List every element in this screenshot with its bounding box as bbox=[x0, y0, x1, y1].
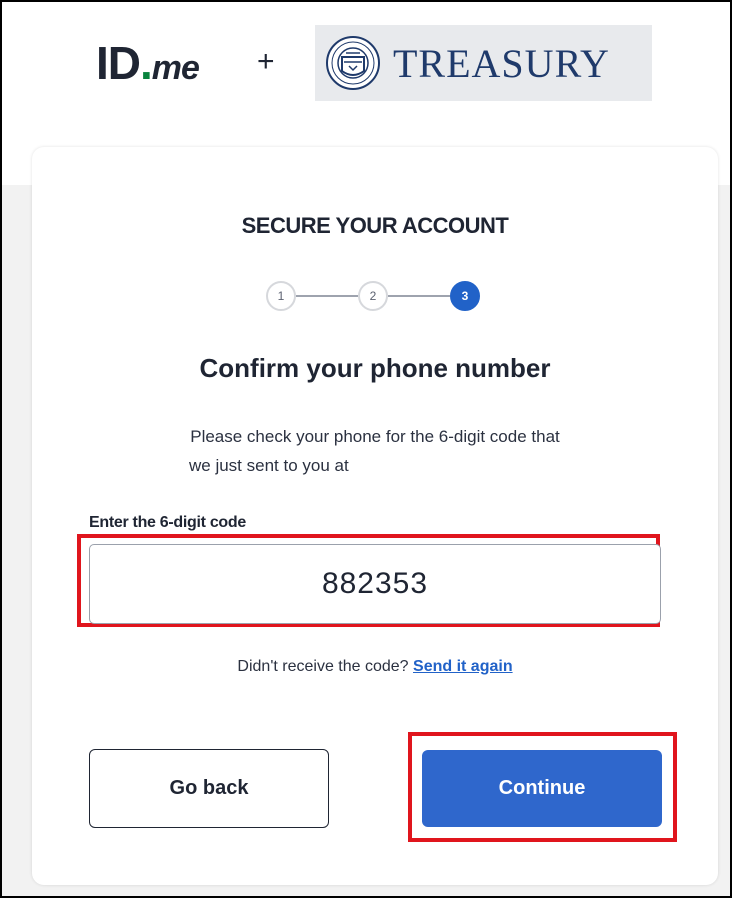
treasury-logo: TREASURY bbox=[315, 25, 652, 101]
idme-logo: ID.me bbox=[96, 37, 200, 91]
go-back-button[interactable]: Go back bbox=[89, 749, 329, 828]
stepper-connector bbox=[296, 295, 358, 297]
page-title: Confirm your phone number bbox=[199, 353, 551, 383]
secure-account-card: SECURE YOUR ACCOUNT 1 2 3 Confirm your p… bbox=[32, 147, 718, 885]
resend-prompt: Didn't receive the code? bbox=[237, 658, 409, 675]
step-3: 3 bbox=[450, 281, 480, 311]
verification-code-input[interactable] bbox=[89, 544, 661, 624]
stepper-connector bbox=[388, 295, 450, 297]
treasury-logo-text: TREASURY bbox=[393, 40, 610, 86]
step-2: 2 bbox=[358, 281, 388, 311]
idme-logo-id: ID bbox=[96, 37, 141, 89]
progress-stepper: 1 2 3 bbox=[266, 281, 486, 311]
step-1: 1 bbox=[266, 281, 296, 311]
description-line-2: we just sent to you at bbox=[189, 456, 349, 475]
treasury-seal-icon bbox=[326, 36, 380, 90]
send-again-link[interactable]: Send it again bbox=[413, 658, 513, 675]
section-eyebrow: SECURE YOUR ACCOUNT bbox=[241, 213, 509, 238]
plus-sign: + bbox=[257, 45, 275, 78]
idme-logo-me: me bbox=[151, 49, 200, 87]
continue-button[interactable]: Continue bbox=[422, 750, 662, 827]
code-field-label: Enter the 6-digit code bbox=[89, 514, 246, 531]
idme-logo-dot: . bbox=[140, 37, 153, 89]
resend-code-row: Didn't receive the code? Send it again bbox=[32, 658, 718, 676]
description-line-1: Please check your phone for the 6-digit … bbox=[190, 427, 560, 446]
